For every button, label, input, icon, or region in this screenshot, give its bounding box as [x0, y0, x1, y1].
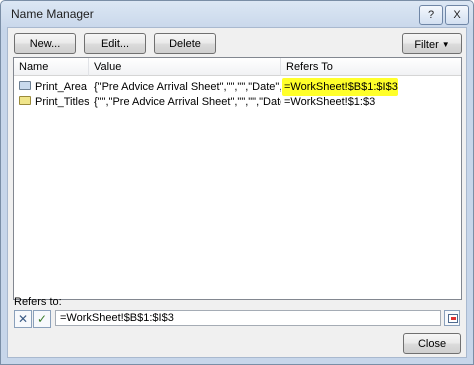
delete-button-label: Delete — [169, 38, 201, 50]
dialog-body: New... Edit... Delete Filter ▼ Name Value… — [7, 27, 467, 358]
defined-name-icon — [19, 96, 31, 105]
column-header-value[interactable]: Value — [89, 58, 281, 76]
edit-button[interactable]: Edit... — [84, 33, 146, 54]
refers-to-label: Refers to: — [14, 296, 62, 308]
name-manager-window: Name Manager ? X New... Edit... Delete F… — [0, 0, 474, 365]
refers-to-input[interactable] — [55, 310, 441, 326]
defined-name-icon — [19, 81, 31, 90]
window-title: Name Manager — [11, 7, 94, 21]
help-button[interactable]: ? — [419, 5, 443, 25]
close-button-label: Close — [417, 338, 447, 350]
window-close-button[interactable]: X — [445, 5, 469, 25]
collapse-dialog-button[interactable] — [444, 310, 460, 326]
list-item[interactable]: Print_Titles {"","Pre Advice Arrival She… — [14, 95, 461, 110]
column-header-name[interactable]: Name — [14, 58, 89, 76]
close-button[interactable]: Close — [403, 333, 461, 354]
cancel-x-icon[interactable]: ✕ — [14, 310, 32, 328]
row-refers-to: =WorkSheet!$1:$3 — [284, 96, 376, 108]
edit-button-label: Edit... — [100, 38, 130, 50]
filter-button-label: Filter — [414, 39, 439, 51]
filter-button[interactable]: Filter ▼ — [402, 33, 462, 54]
collapse-dialog-icon — [448, 314, 458, 323]
list-item[interactable]: Print_Area {"Pre Advice Arrival Sheet","… — [14, 78, 461, 96]
row-refers-to: =WorkSheet!$B$1:$I$3 — [284, 81, 398, 93]
checkmark-icon[interactable]: ✓ — [33, 310, 51, 328]
row-value: {"","Pre Advice Arrival Sheet","","","Da… — [94, 96, 281, 108]
new-button[interactable]: New... — [14, 33, 76, 54]
row-value: {"Pre Advice Arrival Sheet","","","Date"… — [94, 81, 281, 93]
title-bar: Name Manager ? X — [1, 1, 473, 29]
chevron-down-icon: ▼ — [441, 40, 450, 49]
row-name: Print_Titles — [35, 96, 89, 108]
column-header-refers-to[interactable]: Refers To — [281, 58, 461, 76]
new-button-label: New... — [29, 38, 61, 50]
row-name: Print_Area — [35, 81, 87, 93]
delete-button[interactable]: Delete — [154, 33, 216, 54]
names-list[interactable]: Name Value Refers To Print_Area {"Pre Ad… — [13, 57, 462, 300]
